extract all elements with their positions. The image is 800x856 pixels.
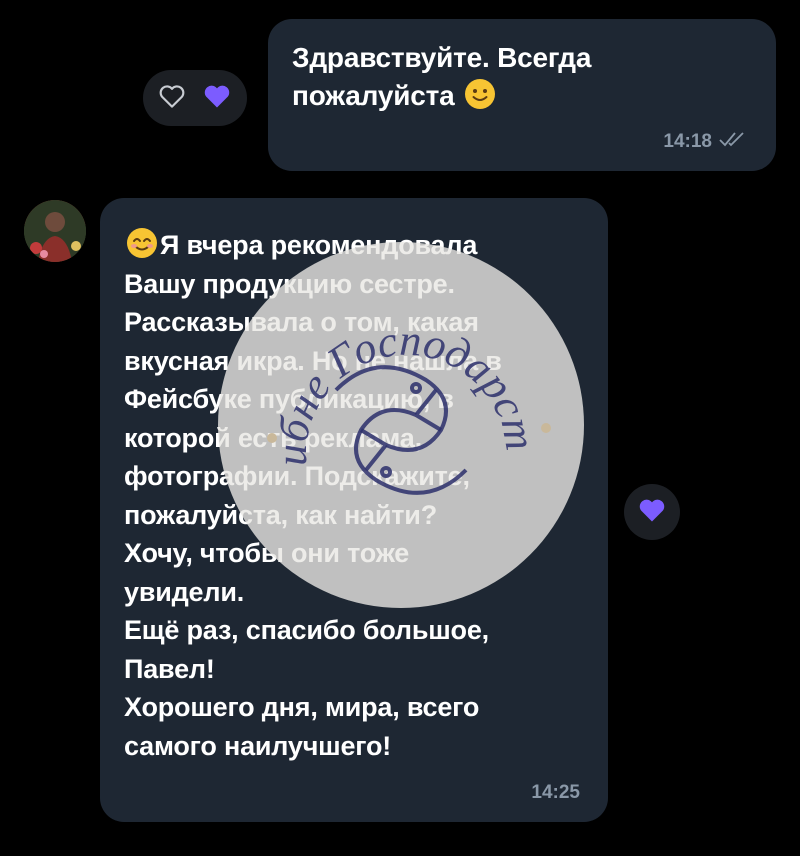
outgoing-message-text: Здравствуйте. Всегда пожалуйста [292,42,592,111]
slightly-smiling-face-icon [464,78,496,110]
smiling-face-with-smiling-eyes-icon [126,227,158,259]
outgoing-message-bubble[interactable]: Здравствуйте. Всегда пожалуйста 14:18 [268,19,776,171]
message-time: 14:25 [531,782,580,803]
message-meta: 14:18 [663,131,746,153]
heart-filled-icon[interactable] [636,496,668,529]
avatar[interactable] [24,200,86,262]
incoming-message-text: Я вчера рекомендовала Вашу продукцию сес… [124,226,582,765]
message-time: 14:18 [663,131,712,152]
incoming-message-bubble[interactable]: Я вчера рекомендовала Вашу продукцию сес… [100,198,608,822]
reaction-pill[interactable] [143,70,247,126]
double-check-icon [718,131,746,153]
reaction-button[interactable] [624,484,680,540]
heart-outline-icon[interactable] [157,83,187,114]
heart-filled-icon[interactable] [201,82,233,115]
